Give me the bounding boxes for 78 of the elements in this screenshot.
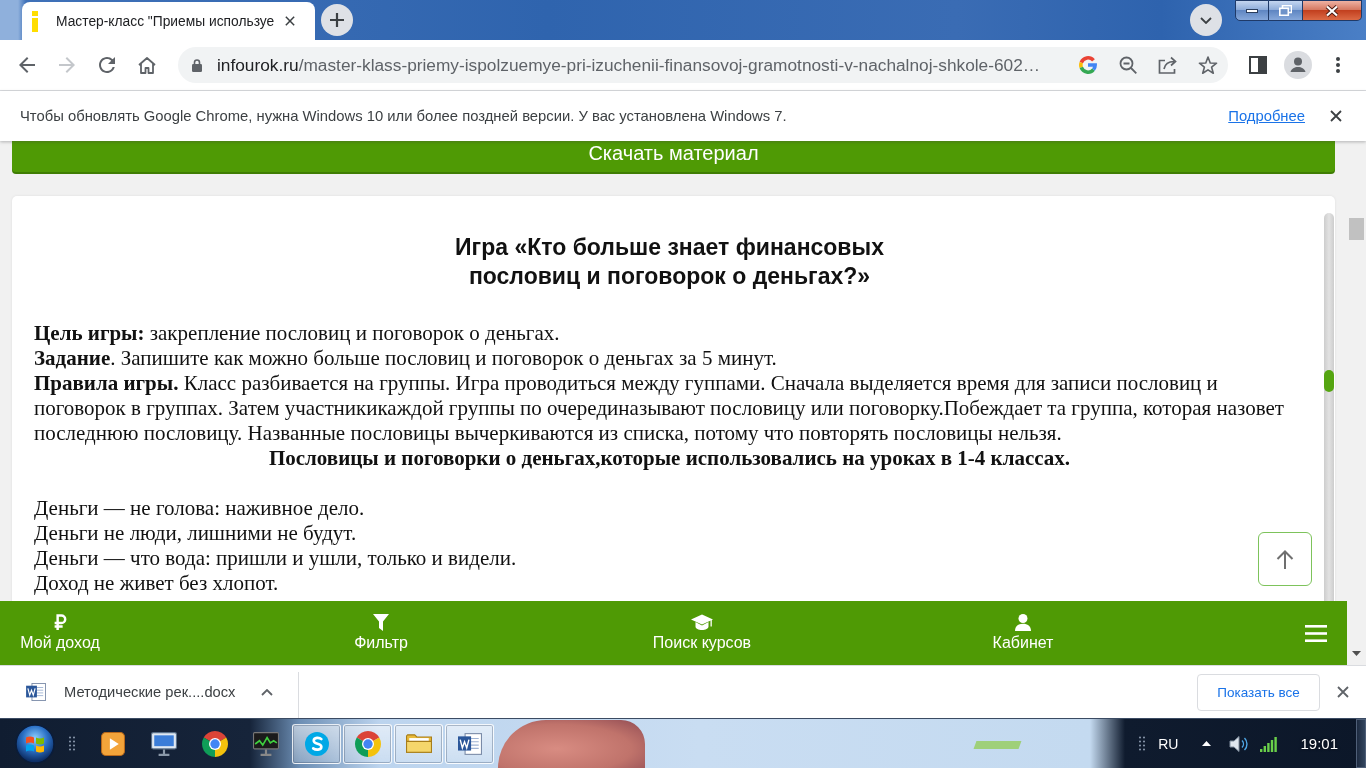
letter-i-icon <box>32 10 38 32</box>
nav-item[interactable]: Фильтр <box>321 601 441 652</box>
nav-item[interactable]: Кабинет <box>963 601 1083 652</box>
address-bar[interactable]: infourok.ru/master-klass-priemy-ispolzuemye-pri-izuchenii-finansovoj-gramotnosti-v-nachalnoj-shkole-602… <box>178 47 1228 83</box>
proverb-line: Деньги — не голова: наживное дело. <box>34 496 365 521</box>
scrollbar-thumb[interactable] <box>1349 218 1364 240</box>
chevron-up-icon[interactable] <box>261 688 274 696</box>
minimize-icon <box>1246 8 1258 13</box>
browser-tab[interactable]: Мастер-класс "Приемы используе <box>22 2 315 40</box>
article-paragraph: Задание. Запишите как можно больше пословиц и поговорок о деньгах за 5 минут. <box>34 346 778 371</box>
close-icon[interactable] <box>1330 110 1342 122</box>
nav-item[interactable]: Поиск курсов <box>642 601 762 652</box>
new-tab-button[interactable] <box>321 4 353 36</box>
person-icon <box>1015 614 1031 631</box>
word-document-icon[interactable] <box>26 683 46 701</box>
scrollbar-thumb[interactable] <box>1324 370 1334 392</box>
more-menu-icon[interactable] <box>1336 57 1340 73</box>
language-indicator[interactable]: RU <box>1158 735 1179 752</box>
grip-icon <box>69 735 75 752</box>
close-icon[interactable] <box>285 16 295 26</box>
home-icon[interactable] <box>138 56 156 74</box>
side-panel-icon[interactable] <box>1249 56 1267 74</box>
minimize-button[interactable] <box>1235 0 1269 21</box>
wallpaper-blob <box>973 741 1022 749</box>
share-icon[interactable] <box>1158 56 1178 74</box>
nav-item[interactable]: Мой доход <box>0 601 120 652</box>
download-filename[interactable]: Методические рек....docx <box>64 684 236 700</box>
computer-monitor-icon[interactable] <box>150 731 177 756</box>
hamburger-menu-icon[interactable] <box>1305 624 1327 642</box>
reload-icon[interactable] <box>99 57 115 73</box>
taskbar-button[interactable] <box>445 723 494 764</box>
window-close-button[interactable] <box>1303 0 1362 21</box>
chrome-icon[interactable] <box>201 730 228 757</box>
learn-more-link[interactable]: Подробнее <box>1228 108 1305 124</box>
play-icon[interactable] <box>100 731 125 756</box>
chrome-icon <box>354 730 381 757</box>
start-orb-icon[interactable] <box>15 723 55 764</box>
close-icon[interactable] <box>1337 686 1349 698</box>
scroll-to-top-button[interactable] <box>1258 532 1312 586</box>
clock[interactable]: 19:01 <box>1300 735 1338 752</box>
activity-monitor-icon[interactable] <box>252 731 279 756</box>
show-all-button[interactable]: Показать все <box>1197 673 1320 711</box>
back-arrow-icon[interactable] <box>19 57 35 73</box>
graduation-cap-icon <box>691 614 713 631</box>
signal-bars-icon[interactable] <box>1260 735 1279 752</box>
article-title: Игра «Кто больше знает финансовых пословиц и поговорок о деньгах?» <box>454 233 885 291</box>
tab-search-button[interactable] <box>1190 4 1222 36</box>
triangle-up-icon[interactable] <box>1202 741 1212 746</box>
article-paragraph: Правила игры. Класс разбивается на группы. Игра проводиться между гуппами. Сначала выделяется время для записи пословиц и поговорок в группах. Затем участникикаждой группы по очерединазывают пословицу или поговорку.Побеждает та группа, которая назовет последнюю пословицу. Названные пословицы вычеркиваются из списка, потому что повторять пословицы нельзя. <box>34 371 1285 446</box>
proverb-line: Деньги не люди, лишними не будут. <box>34 521 357 546</box>
profile-avatar-icon[interactable] <box>1284 51 1312 79</box>
scroll-down-arrow-icon[interactable] <box>1352 651 1361 656</box>
infobar-message: Чтобы обновлять Google Chrome, нужна Windows 10 или более поздней версии. У вас установлена Windows 7. <box>20 108 787 124</box>
grip-icon <box>1139 735 1146 752</box>
chevron-down-icon <box>1200 16 1212 24</box>
restore-icon <box>1279 5 1292 16</box>
taskbar-button[interactable] <box>343 723 392 764</box>
download-button[interactable]: Скачать материал <box>12 141 1335 172</box>
up-arrow-icon <box>1276 549 1294 569</box>
proverb-line: Деньги — что вода: пришли и ушли, только и видели. <box>34 546 517 571</box>
section-heading: Пословицы и поговорки о деньгах,которые использовались на уроках в 1-4 классах. <box>267 446 1072 471</box>
word-document-icon <box>457 732 482 755</box>
plus-icon <box>330 13 344 27</box>
ruble-icon <box>53 614 67 631</box>
proverb-line: Доход не живет без хлопот. <box>34 571 279 596</box>
funnel-icon <box>373 614 389 631</box>
close-icon <box>1325 4 1339 17</box>
skype-icon <box>304 731 329 756</box>
restore-button[interactable] <box>1269 0 1303 21</box>
taskbar-button[interactable] <box>394 723 443 764</box>
star-icon[interactable] <box>1198 55 1218 75</box>
lock-icon[interactable] <box>192 58 202 72</box>
folder-icon <box>405 734 432 753</box>
google-g-icon[interactable] <box>1079 56 1097 74</box>
speaker-icon[interactable] <box>1229 734 1250 753</box>
zoom-out-icon[interactable] <box>1119 56 1137 74</box>
taskbar-button[interactable] <box>292 723 341 764</box>
article-paragraph: Цель игры: закрепление пословиц и поговорок о деньгах. <box>34 321 561 346</box>
